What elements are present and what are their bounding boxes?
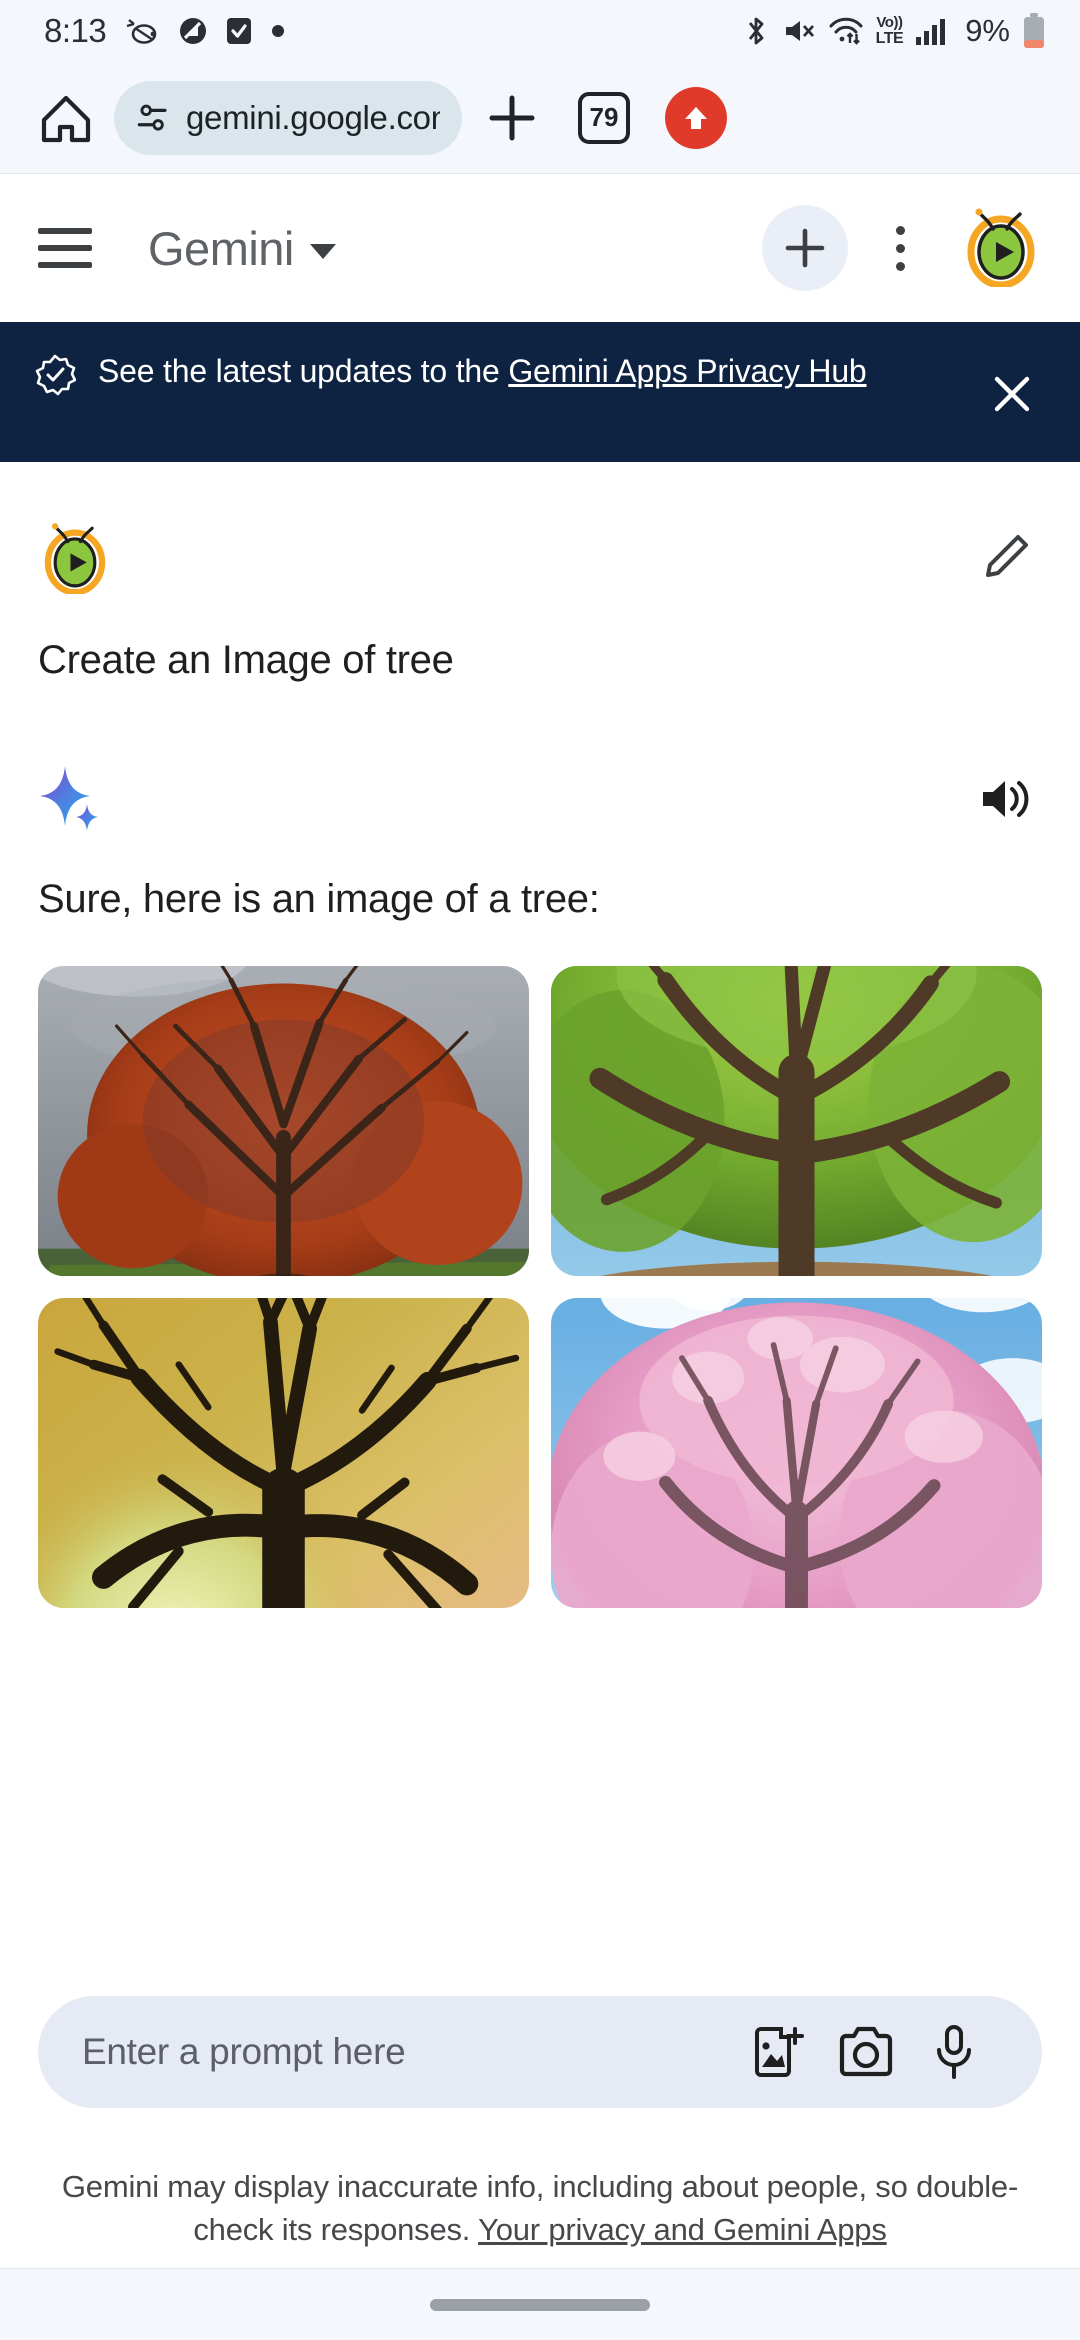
generated-image-grid: [38, 966, 1042, 1608]
gemini-app-header: Gemini: [0, 174, 1080, 322]
browser-toolbar: gemini.google.com/a 79: [0, 62, 1080, 174]
status-bar-right: Vo)) LTE 9%: [742, 12, 1046, 50]
user-turn-header: [38, 520, 1042, 594]
plus-icon: [785, 228, 825, 268]
microphone-icon: [937, 2025, 971, 2079]
model-turn: Sure, here is an image of a tree:: [38, 683, 1042, 1608]
autumn-tree-image: [38, 966, 529, 1276]
account-avatar: [967, 208, 1035, 288]
prompt-input-bar[interactable]: Enter a prompt here: [38, 1996, 1042, 2108]
dot-icon: [272, 25, 285, 37]
privacy-notice-prefix: See the latest updates to the: [98, 353, 509, 389]
edit-prompt-button[interactable]: [970, 521, 1042, 593]
microphone-button[interactable]: [910, 2008, 998, 2096]
signal-bars-icon: [916, 19, 946, 45]
page-title: Gemini: [148, 221, 294, 275]
tab-count-badge: 79: [578, 91, 630, 144]
bee-app-icon: [126, 19, 157, 44]
volte-label-top: Vo)): [876, 14, 903, 32]
hamburger-menu-icon[interactable]: [38, 212, 110, 284]
mute-icon: [785, 21, 814, 41]
battery-percent-label: 9%: [965, 13, 1010, 48]
prompt-input[interactable]: Enter a prompt here: [82, 2031, 734, 2073]
plus-icon: [489, 95, 535, 140]
navigation-gesture-bar: [0, 2268, 1080, 2340]
generated-image-1[interactable]: [38, 966, 529, 1276]
model-message-text: Sure, here is an image of a tree:: [38, 877, 600, 921]
volte-label-bottom: LTE: [875, 29, 904, 47]
close-icon: [994, 376, 1030, 412]
account-avatar: [44, 523, 106, 594]
account-avatar-button[interactable]: [960, 205, 1042, 292]
home-gesture-handle[interactable]: [430, 2298, 650, 2311]
new-chat-button[interactable]: [762, 205, 848, 291]
new-tab-button[interactable]: [470, 76, 554, 160]
site-settings-icon[interactable]: [136, 98, 170, 138]
url-text: gemini.google.com/a: [186, 98, 440, 136]
home-icon: [41, 95, 91, 142]
battery-icon: [1024, 13, 1044, 48]
home-button[interactable]: [26, 78, 106, 158]
read-aloud-button[interactable]: [970, 763, 1042, 835]
pencil-edit-icon: [986, 535, 1028, 577]
user-message-text: Create an Image of tree: [38, 638, 454, 682]
privacy-notice-text: See the latest updates to the Gemini App…: [98, 350, 974, 392]
speaker-volume-icon: [983, 781, 1029, 817]
generated-image-4[interactable]: [551, 1298, 1042, 1608]
camera-button[interactable]: [822, 2008, 910, 2096]
status-time: 8:13: [44, 12, 107, 49]
update-arrow-icon: [685, 106, 707, 129]
close-banner-button[interactable]: [974, 356, 1050, 432]
url-bar[interactable]: gemini.google.com/a: [114, 80, 462, 155]
add-image-button[interactable]: [734, 2008, 822, 2096]
chevron-down-icon: [309, 243, 336, 259]
wifi-icon: [829, 17, 863, 45]
privacy-apps-link[interactable]: Your privacy and Gemini Apps: [478, 2212, 887, 2247]
green-oak-image: [551, 966, 1042, 1276]
gemini-sparkle-icon: [40, 766, 98, 831]
do-not-disturb-icon: [180, 18, 207, 44]
tab-switcher-button[interactable]: 79: [562, 76, 646, 160]
sunset-silhouette-tree-image: [38, 1298, 529, 1608]
status-bar-left: 8:13: [44, 12, 286, 50]
update-badge: [665, 86, 727, 149]
privacy-notice-banner: See the latest updates to the Gemini App…: [0, 322, 1080, 462]
status-bar: 8:13 Vo)) LTE 9%: [0, 0, 1080, 62]
disclaimer-text: Gemini may display inaccurate info, incl…: [0, 2166, 1080, 2252]
verified-badge-icon: [35, 354, 76, 396]
checkbox-checked-icon: [227, 18, 252, 44]
cherry-blossom-tree-image: [551, 1298, 1042, 1608]
bluetooth-icon: [748, 17, 764, 45]
generated-image-3[interactable]: [38, 1298, 529, 1608]
camera-icon: [839, 2026, 893, 2077]
add-image-icon: [755, 2027, 804, 2077]
model-selector[interactable]: Gemini: [148, 221, 336, 276]
generated-image-2[interactable]: [551, 966, 1042, 1276]
model-turn-header: [38, 763, 1042, 835]
user-turn: Create an Image of tree: [38, 462, 1042, 683]
overflow-menu-button[interactable]: [864, 205, 936, 291]
privacy-hub-link[interactable]: Gemini Apps Privacy Hub: [508, 353, 866, 389]
browser-update-button[interactable]: [654, 76, 738, 160]
volte-icon: Vo)) LTE: [875, 14, 904, 47]
conversation-area: Create an Image of tree Sure, here is an…: [0, 462, 1080, 1608]
